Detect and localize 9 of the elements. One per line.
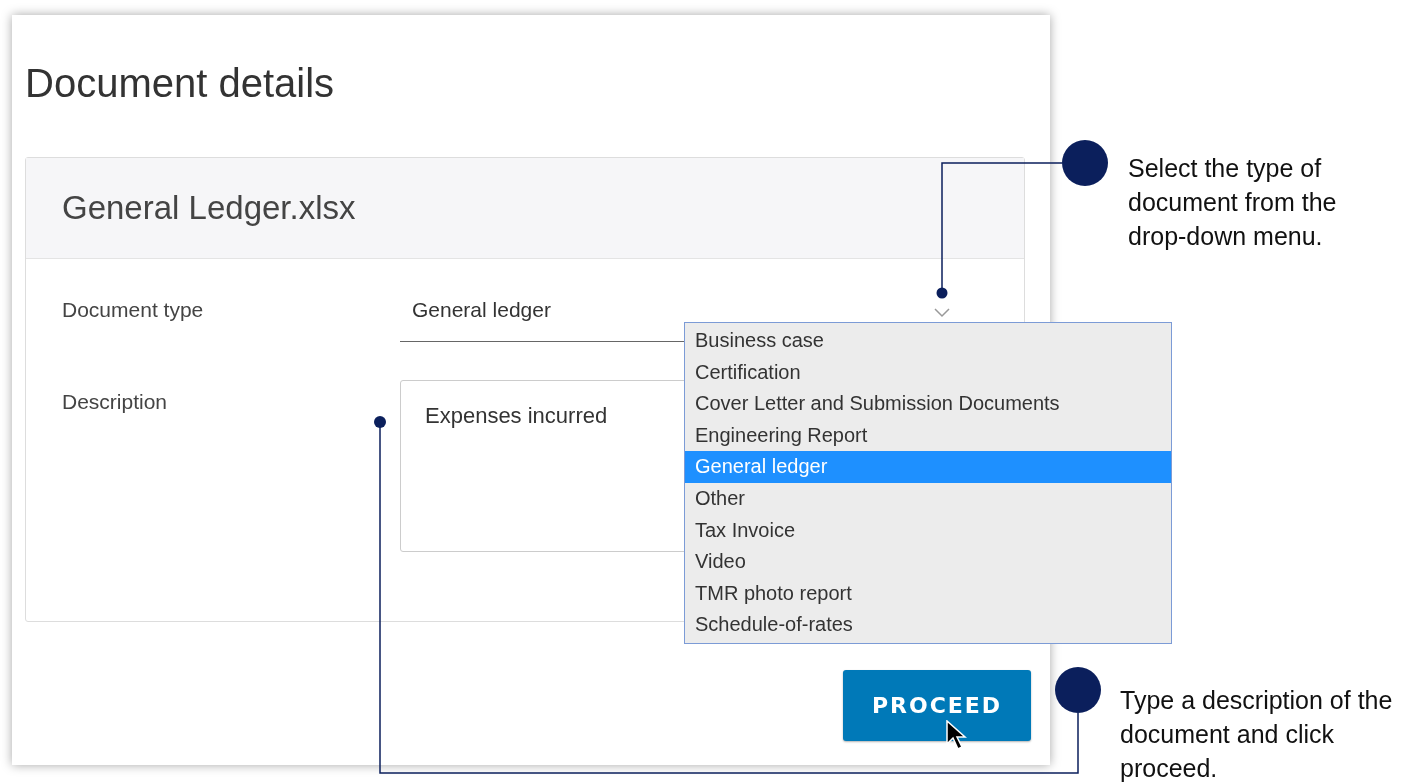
dropdown-option[interactable]: Schedule-of-rates — [685, 609, 1171, 641]
callout-text: Select the type of document from the drop-down menu. — [1128, 153, 1338, 252]
file-name: General Ledger.xlsx — [62, 189, 356, 227]
page-title: Document details — [25, 60, 336, 107]
callout-text: Type a description of the document and click proceed. — [1120, 685, 1394, 782]
field-label: Document type — [62, 298, 205, 322]
field-label: Description — [62, 389, 169, 415]
proceed-button[interactable]: PROCEED — [843, 670, 1031, 741]
dropdown-option[interactable]: TMR photo report — [685, 577, 1171, 610]
